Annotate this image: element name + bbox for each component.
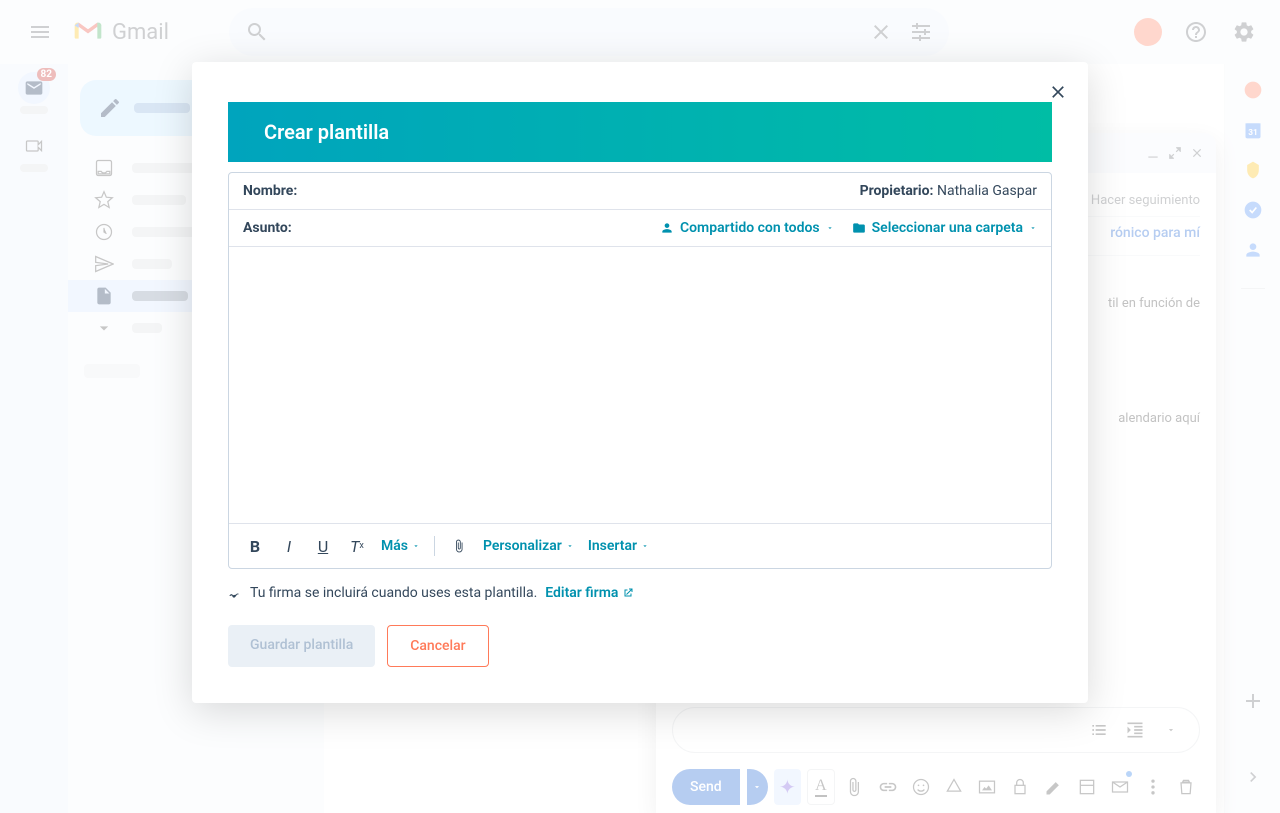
bold-button[interactable]: B	[239, 530, 271, 562]
modal-title: Crear plantilla	[264, 120, 1016, 144]
more-format-dropdown[interactable]: Más	[375, 538, 426, 554]
template-form: Nombre: Propietario: Nathalia Gaspar Asu…	[228, 172, 1052, 569]
folder-dropdown[interactable]: Seleccionar una carpeta	[852, 220, 1037, 236]
cancel-button[interactable]: Cancelar	[387, 625, 488, 667]
subject-label: Asunto:	[243, 220, 292, 236]
share-dropdown[interactable]: Compartido con todos	[660, 220, 834, 236]
external-link-icon	[622, 587, 634, 599]
attachment-icon	[452, 539, 466, 553]
subject-row: Asunto: Compartido con todos Seleccionar…	[229, 210, 1051, 247]
attach-button[interactable]	[443, 530, 475, 562]
modal-banner: Crear plantilla	[228, 102, 1052, 162]
name-label: Nombre:	[243, 183, 297, 199]
edit-signature-link[interactable]: Editar firma	[545, 585, 634, 601]
toolbar-separator	[434, 536, 435, 556]
folder-icon	[852, 221, 866, 235]
modal-actions: Guardar plantilla Cancelar	[228, 625, 1052, 667]
save-template-button[interactable]: Guardar plantilla	[228, 625, 375, 667]
template-editor[interactable]	[229, 247, 1051, 523]
owner-name: Nathalia Gaspar	[937, 183, 1037, 199]
caret-down-icon	[566, 542, 574, 550]
signature-icon	[228, 586, 242, 600]
name-row: Nombre: Propietario: Nathalia Gaspar	[229, 173, 1051, 210]
editor-toolbar: B I U Tx Más Personalizar Insertar	[229, 523, 1051, 568]
signature-info: Tu firma se incluirá cuando uses esta pl…	[228, 585, 1052, 601]
clear-format-button[interactable]: Tx	[341, 530, 373, 562]
caret-down-icon	[826, 224, 834, 232]
insert-dropdown[interactable]: Insertar	[582, 538, 655, 554]
create-template-modal: Crear plantilla Nombre: Propietario: Nat…	[192, 62, 1088, 703]
owner-label: Propietario:	[860, 183, 934, 199]
modal-overlay: Crear plantilla Nombre: Propietario: Nat…	[0, 0, 1280, 813]
underline-button[interactable]: U	[307, 530, 339, 562]
signature-text: Tu firma se incluirá cuando uses esta pl…	[250, 585, 537, 601]
caret-down-icon	[412, 542, 420, 550]
italic-button[interactable]: I	[273, 530, 305, 562]
caret-down-icon	[641, 542, 649, 550]
personalize-dropdown[interactable]: Personalizar	[477, 538, 580, 554]
caret-down-icon	[1029, 224, 1037, 232]
modal-close-button[interactable]	[1046, 80, 1070, 104]
person-icon	[660, 221, 674, 235]
close-icon	[1048, 82, 1068, 102]
